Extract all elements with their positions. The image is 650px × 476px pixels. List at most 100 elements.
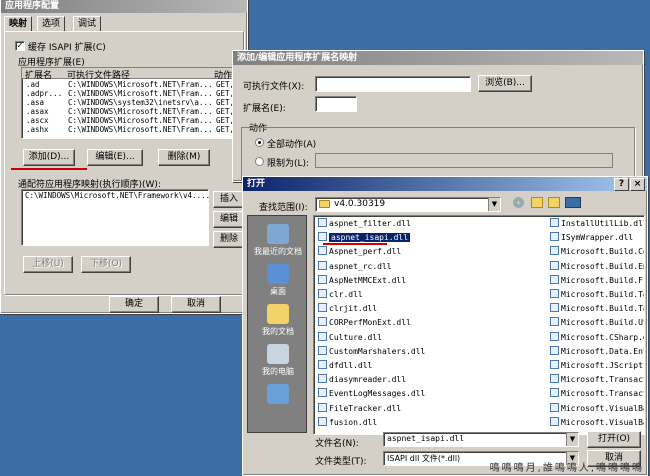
file-item[interactable]: Microsoft.Transact [550,388,645,400]
help-icon[interactable]: ? [614,178,629,191]
chevron-down-icon[interactable]: ▼ [488,198,500,211]
file-item[interactable]: CustomMarshalers.dll [318,345,425,358]
file-item[interactable]: fusion.dll [318,416,377,429]
exe-input[interactable] [315,76,471,92]
file-name: Microsoft.Build.Fr [561,275,645,285]
limit-to-input[interactable] [315,153,613,168]
file-name: Microsoft.CSharp.d [561,332,645,342]
delete2-button[interactable]: 删除 [213,231,245,248]
edit-button[interactable]: 编辑(E)... [87,149,143,166]
extension-row[interactable]: .ad C:\WINDOWS\Microsoft.NET\Fram... GET, [22,81,240,89]
places-bar: 我最近的文档 桌面 我的文档 我的电脑 [247,215,307,433]
cache-isapi-checkbox[interactable]: ✓ [15,41,25,51]
file-item[interactable]: AspNetMMCExt.dll [318,274,406,287]
cancel-button[interactable]: 取消 [171,296,221,313]
filename-dropdown-icon[interactable]: ▼ [566,433,578,446]
tab-mapping[interactable]: 映射 [4,16,33,32]
file-item[interactable]: ISymWrapper.dll [550,232,633,244]
file-item[interactable]: Microsoft.Data.Ent [550,345,644,358]
file-item[interactable]: aspnet_rc.dll [318,260,392,273]
file-item[interactable]: clrjit.dll [318,303,377,315]
wildcard-row[interactable]: C:\WINDOWS\Microsoft.NET\Framework\v4...… [25,192,210,200]
limit-to-label: 限制为(L): [267,159,310,169]
place-computer[interactable]: 我的电脑 [254,344,302,377]
dll-file-icon [550,246,559,256]
edit2-button-label: 编辑 [219,214,238,224]
extension-list[interactable]: 扩展名 可执行文件路径 动作 .ad C:\WINDOWS\Microsoft.N… [21,67,241,139]
ext-input[interactable] [315,96,357,112]
extension-row[interactable]: .ascx C:\WINDOWS\Microsoft.NET\Fram... GET… [22,117,240,125]
file-item[interactable]: Microsoft.CSharp.d [550,331,645,344]
add-button[interactable]: 添加(D)... [23,149,75,166]
cancel-button-label: 取消 [186,299,205,309]
file-name: Microsoft.Build.Ta [561,304,645,314]
file-name: Microsoft.Transact [561,375,645,385]
file-item[interactable]: Microsoft.VisualBa [550,402,644,415]
dll-file-icon [318,402,327,412]
place-documents[interactable]: 我的文档 [254,304,302,337]
file-item[interactable]: Microsoft.Build.Ut [550,317,644,329]
file-item[interactable]: aspnet_filter.dll [318,218,411,230]
file-item[interactable]: Microsoft.Build.Fr [550,274,645,287]
dll-file-icon [550,345,559,355]
file-item[interactable]: Culture.dll [318,331,382,344]
extension-row[interactable]: .adpr... C:\WINDOWS\Microsoft.NET\Fram...… [22,90,240,98]
extension-row[interactable]: .asax C:\WINDOWS\Microsoft.NET\Fram... GET… [22,108,240,116]
file-item[interactable]: dfdll.dll [318,360,372,372]
open-button[interactable]: 打开(O) [587,431,641,448]
tab-debug[interactable]: 调试 [73,16,102,31]
edit2-button[interactable]: 编辑 [213,211,245,228]
file-item[interactable]: Microsoft.Transact [550,374,645,386]
lookin-label: 查找范围(I): [259,203,308,213]
limit-to-radio[interactable] [255,157,264,166]
tab-options[interactable]: 选项 [37,16,66,31]
delete2-button-label: 删除 [219,234,238,244]
lookin-select[interactable]: v4.0.30319 ▼ [315,197,501,212]
file-item[interactable]: FileTracker.dll [318,402,401,415]
all-verbs-label: 全部动作(A) [267,140,317,150]
place-desktop[interactable]: 桌面 [254,264,302,297]
place-network[interactable] [254,384,302,406]
filename-input[interactable]: aspnet_isapi.dll ▼ [383,432,579,447]
new-folder-icon[interactable] [548,197,560,208]
up-folder-icon[interactable] [531,197,543,208]
app-config-title: 应用程序配置 [5,1,60,11]
close-icon[interactable]: × [630,178,645,191]
extension-row[interactable]: .asa C:\WINDOWS\system32\inetsrv\a... GET, [22,99,240,107]
move-down-button[interactable]: 下移(O) [81,256,131,273]
file-item[interactable]: Microsoft.Build.Ta [550,303,645,315]
dll-file-icon [550,331,559,341]
file-item[interactable]: Microsoft.JScript. [550,360,644,372]
file-item[interactable]: InstallUtilLib.dll [550,218,644,230]
file-item[interactable]: Microsoft.VisualBa [550,416,644,429]
file-item[interactable]: Microsoft.Build.Co [550,246,644,258]
file-item[interactable]: Microsoft.Build.En [550,260,644,273]
delete-button[interactable]: 删除(M) [158,149,210,166]
network-icon [267,384,289,404]
view-menu-icon[interactable] [565,197,581,208]
file-item[interactable]: EventLogMessages.dll [318,388,425,400]
move-up-button[interactable]: 上移(U) [23,256,73,273]
insert-button-label: 插入 [219,194,238,204]
extension-cell: .adpr... [26,89,63,98]
file-item[interactable]: diasymreader.dll [318,374,406,386]
filename-label: 文件名(N): [315,439,359,449]
move-down-label: 下移(O) [89,259,123,269]
file-item[interactable]: Microsoft.Build.Ta [550,289,644,301]
ok-button[interactable]: 确定 [109,296,159,313]
all-verbs-radio[interactable] [255,138,264,147]
insert-button[interactable]: 插入 [213,191,245,208]
exe-path-cell: C:\WINDOWS\Microsoft.NET\Fram... [68,107,213,116]
place-recent[interactable]: 我最近的文档 [254,224,302,257]
file-item[interactable]: CORPerfMonExt.dll [318,317,411,329]
browse-button[interactable]: 浏览(B)... [478,75,532,92]
file-item[interactable]: clr.dll [318,289,363,301]
file-list[interactable]: aspnet_filter.dll aspnet_isapi.dll Aspnet_… [313,215,645,435]
dll-file-icon [550,388,559,398]
file-item[interactable]: Aspnet_perf.dll [318,246,401,258]
back-icon[interactable]: ‹ [513,197,524,208]
extension-row[interactable]: .ashx C:\WINDOWS\Microsoft.NET\Fram... GET… [22,126,240,134]
file-name: Microsoft.Transact [561,389,645,399]
wildcard-list[interactable]: C:\WINDOWS\Microsoft.NET\Framework\v4...… [21,189,210,246]
file-name: EventLogMessages.dll [329,389,426,399]
